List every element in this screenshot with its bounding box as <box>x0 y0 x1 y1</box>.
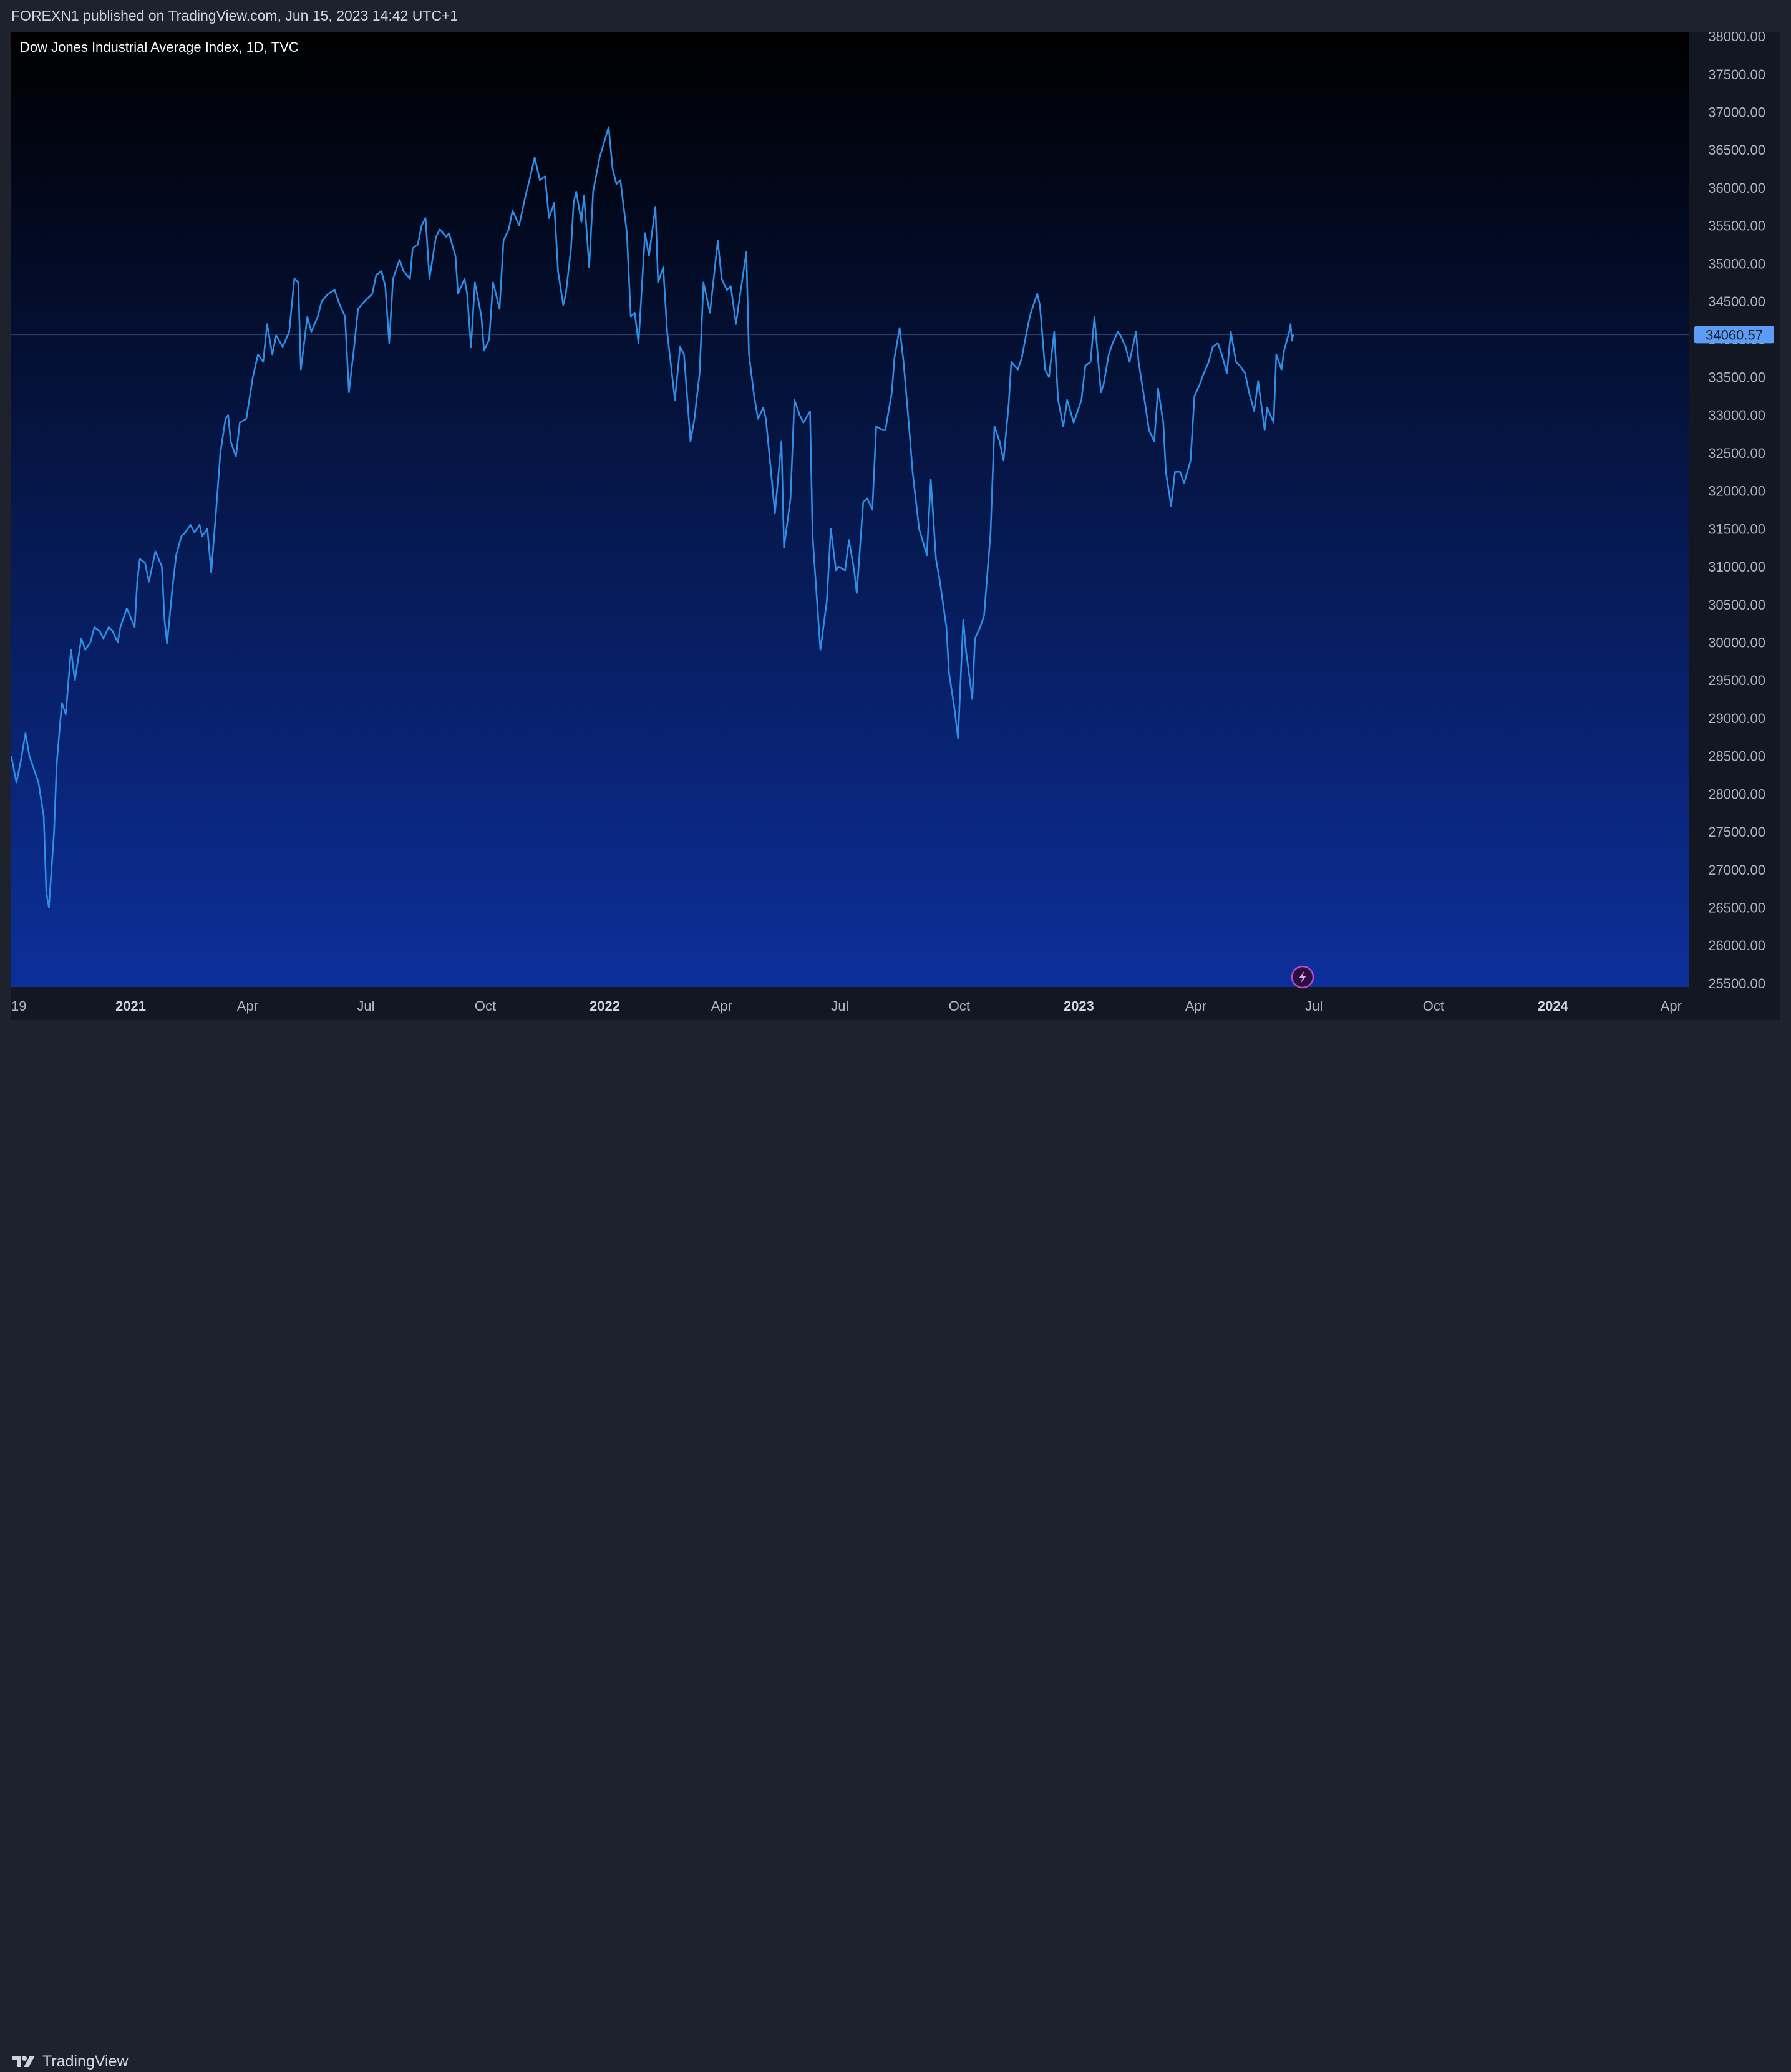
last-price-tag: 34060.57 <box>1694 326 1774 344</box>
tradingview-logo-icon <box>12 2056 35 2067</box>
time-tick-label: 2024 <box>1538 998 1569 1014</box>
price-tick-label: 29000.00 <box>1708 711 1765 726</box>
price-tick-label: 26500.00 <box>1708 900 1765 916</box>
price-tick-label: 32500.00 <box>1708 445 1765 461</box>
price-tick-label: 27000.00 <box>1708 862 1765 878</box>
time-tick-label: Jul <box>831 998 848 1014</box>
chart-title[interactable]: Dow Jones Industrial Average Index, 1D, … <box>20 39 299 55</box>
time-tick-label: Jul <box>1305 998 1323 1014</box>
lightning-icon[interactable] <box>1291 965 1314 989</box>
price-tick-label: 37500.00 <box>1708 67 1765 82</box>
footer-bar: TradingView <box>0 1020 1791 2070</box>
price-tick-label: 33500.00 <box>1708 370 1765 386</box>
time-tick-label: Apr <box>1661 998 1682 1014</box>
price-tick-label: 36500.00 <box>1708 142 1765 158</box>
time-tick-label: Oct <box>949 998 970 1014</box>
time-tick-label: 2023 <box>1064 998 1094 1014</box>
price-tick-label: 38000.00 <box>1708 32 1765 44</box>
price-tick-label: 28500.00 <box>1708 749 1765 764</box>
price-tick-label: 31000.00 <box>1708 559 1765 575</box>
price-tick-label: 35000.00 <box>1708 256 1765 271</box>
chart-frame[interactable]: 38000.00 37500.00 37000.00 36500.00 36000.00… <box>11 32 1780 1020</box>
time-tick-label: Oct <box>475 998 496 1014</box>
publish-header: FOREXN1 published on TradingView.com, Ju… <box>0 0 1791 32</box>
price-tick-label: 37000.00 <box>1708 105 1765 120</box>
time-tick-label: 2021 <box>115 998 146 1014</box>
price-tick-label: 34500.00 <box>1708 294 1765 309</box>
price-tick-label: 30500.00 <box>1708 597 1765 613</box>
plot-background <box>11 32 1689 987</box>
price-tick-label: 35500.00 <box>1708 218 1765 234</box>
price-tick-label: 29500.00 <box>1708 673 1765 688</box>
time-tick-label: Apr <box>237 998 258 1014</box>
time-tick-label: Oct <box>1423 998 1444 1014</box>
last-price-tag-text: 34060.57 <box>1706 327 1763 343</box>
price-tick-label: 36000.00 <box>1708 180 1765 196</box>
tradingview-brand-text: TradingView <box>42 2052 129 2070</box>
tradingview-brand[interactable]: TradingView <box>11 2051 129 2072</box>
time-tick-label: 19 <box>11 998 26 1014</box>
price-tick-label: 31500.00 <box>1708 521 1765 537</box>
time-tick-label: Jul <box>357 998 374 1014</box>
price-tick-label: 27500.00 <box>1708 824 1765 840</box>
price-tick-label: 32000.00 <box>1708 484 1765 499</box>
price-tick-label: 28000.00 <box>1708 786 1765 802</box>
time-tick-label: Apr <box>1185 998 1206 1014</box>
price-chart[interactable]: 38000.00 37500.00 37000.00 36500.00 36000.00… <box>11 32 1780 1020</box>
time-tick-label: 2022 <box>590 998 620 1014</box>
price-tick-label: 26000.00 <box>1708 938 1765 953</box>
price-tick-label: 33000.00 <box>1708 407 1765 423</box>
publish-text: FOREXN1 published on TradingView.com, Ju… <box>11 7 459 24</box>
time-tick-label: Apr <box>711 998 732 1014</box>
price-tick-label: 25500.00 <box>1708 976 1765 991</box>
price-tick-label: 30000.00 <box>1708 635 1765 651</box>
